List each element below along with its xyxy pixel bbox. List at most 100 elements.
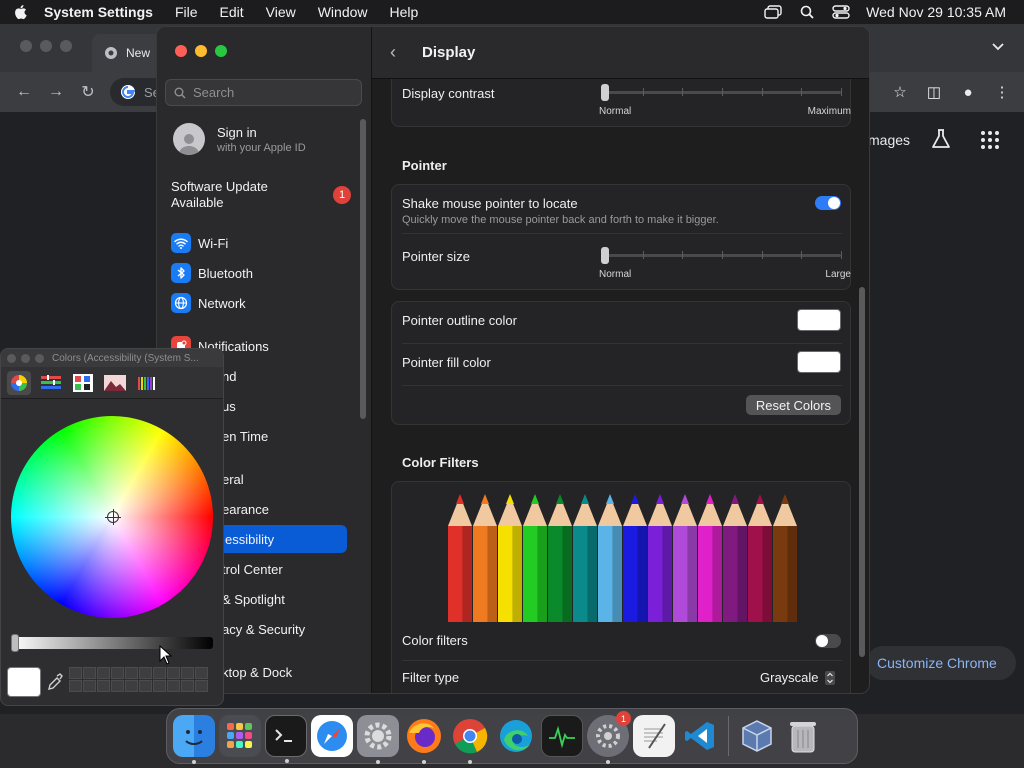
sidebar-item-wifi[interactable]: Wi-Fi [171, 230, 228, 256]
empty-swatch[interactable] [97, 667, 110, 679]
window-switch-icon[interactable] [756, 5, 790, 19]
vscode-icon[interactable] [679, 715, 721, 757]
slider-thumb[interactable] [601, 247, 609, 264]
content-scrollbar[interactable] [859, 287, 865, 657]
back-arrow-icon[interactable]: ← [12, 80, 36, 104]
sidebar-item-desktop-dock[interactable]: ktop & Dock [222, 659, 292, 685]
sidebar-scrollbar[interactable] [360, 119, 366, 419]
color-filters-toggle[interactable] [815, 634, 841, 648]
forward-arrow-icon[interactable]: → [44, 80, 68, 104]
customize-chrome-button[interactable]: Customize Chrome [866, 646, 1016, 680]
labs-flask-icon[interactable] [930, 128, 952, 155]
empty-swatch[interactable] [69, 680, 82, 692]
software-update-item[interactable]: Software Update Available 1 [171, 179, 351, 211]
virtualbox-icon[interactable] [736, 715, 778, 757]
brightness-slider-thumb[interactable] [11, 634, 19, 652]
more-menu-icon[interactable]: ⋮ [990, 80, 1014, 104]
menu-file[interactable]: File [164, 4, 209, 20]
chevron-down-icon[interactable] [992, 38, 1004, 56]
filter-type-popup[interactable]: Grayscale [760, 670, 835, 685]
color-wheel-tab[interactable] [7, 370, 31, 395]
finder-icon[interactable] [173, 715, 215, 764]
reload-icon[interactable]: ↻ [76, 80, 100, 104]
minimize-button[interactable] [21, 353, 30, 363]
empty-swatch[interactable] [83, 667, 96, 679]
google-apps-icon[interactable] [980, 130, 1000, 155]
menu-window[interactable]: Window [307, 4, 379, 20]
sidebar-item-control-center[interactable]: trol Center [222, 556, 283, 582]
safari-icon[interactable] [311, 715, 353, 757]
trash-icon[interactable] [782, 715, 824, 757]
menu-edit[interactable]: Edit [209, 4, 255, 20]
empty-swatch[interactable] [125, 680, 138, 692]
empty-swatch[interactable] [167, 680, 180, 692]
empty-swatch[interactable] [181, 680, 194, 692]
profile-icon[interactable]: ● [956, 80, 980, 104]
sidebar-item-sound[interactable]: nd [222, 363, 236, 389]
empty-swatch[interactable] [139, 680, 152, 692]
brightness-slider[interactable] [11, 637, 213, 649]
sidebar-item-screen-time[interactable]: en Time [222, 423, 268, 449]
edge-icon[interactable] [495, 715, 537, 757]
pointer-fill-color-well[interactable] [797, 351, 841, 373]
eyedropper-icon[interactable] [47, 673, 63, 696]
empty-swatch[interactable] [139, 667, 152, 679]
empty-swatch[interactable] [153, 680, 166, 692]
firefox-icon[interactable] [403, 715, 445, 764]
color-wheel-crosshair[interactable] [105, 509, 121, 525]
menu-clock[interactable]: Wed Nov 29 10:35 AM [858, 4, 1024, 20]
sidebar-item-privacy-security[interactable]: acy & Security [222, 616, 305, 642]
sidebar-item-siri-spotlight[interactable]: & Spotlight [222, 586, 285, 612]
bookmark-star-icon[interactable]: ☆ [888, 80, 912, 104]
sidebar-item-appearance[interactable]: earance [222, 496, 269, 522]
current-color-well[interactable] [7, 667, 41, 697]
launchpad-icon[interactable] [219, 715, 261, 757]
image-palettes-tab[interactable] [103, 371, 127, 395]
empty-swatch[interactable] [111, 667, 124, 679]
zoom-button[interactable] [35, 353, 44, 363]
sidebar-item-accessibility[interactable]: essibility [217, 525, 347, 553]
zoom-button[interactable] [215, 45, 227, 57]
system-settings-dock-icon[interactable] [357, 715, 399, 764]
side-panel-icon[interactable]: ◫ [922, 80, 946, 104]
activity-monitor-icon[interactable] [541, 715, 583, 757]
images-link[interactable]: mages [868, 132, 910, 148]
empty-swatch[interactable] [125, 667, 138, 679]
sidebar-item-focus[interactable]: us [222, 393, 236, 419]
menu-help[interactable]: Help [379, 4, 430, 20]
sidebar-item-general[interactable]: eral [222, 466, 244, 492]
chrome-icon[interactable] [449, 715, 491, 764]
pointer-size-slider[interactable]: Normal Large [599, 247, 851, 283]
pencils-tab[interactable] [135, 371, 159, 395]
reset-colors-button[interactable]: Reset Colors [746, 395, 841, 415]
empty-swatch[interactable] [111, 680, 124, 692]
textedit-icon[interactable] [633, 715, 675, 757]
empty-swatch[interactable] [153, 667, 166, 679]
sidebar-item-bluetooth[interactable]: Bluetooth [171, 260, 253, 286]
empty-swatch[interactable] [97, 680, 110, 692]
color-sliders-tab[interactable] [39, 371, 63, 395]
sidebar-search-field[interactable]: Search [165, 79, 362, 106]
empty-swatch[interactable] [195, 667, 208, 679]
empty-swatch[interactable] [195, 680, 208, 692]
spotlight-search-icon[interactable] [790, 5, 824, 19]
pointer-outline-color-well[interactable] [797, 309, 841, 331]
menu-view[interactable]: View [255, 4, 307, 20]
display-contrast-slider[interactable]: Normal Maximum [599, 84, 851, 120]
empty-swatch[interactable] [181, 667, 194, 679]
empty-swatch[interactable] [167, 667, 180, 679]
terminal-icon[interactable] [265, 715, 307, 763]
control-center-icon[interactable] [824, 5, 858, 19]
apple-menu[interactable] [0, 4, 40, 20]
empty-swatch[interactable] [83, 680, 96, 692]
slider-thumb[interactable] [601, 84, 609, 101]
color-palettes-tab[interactable] [71, 371, 95, 395]
close-button[interactable] [7, 353, 16, 363]
apple-id-signin[interactable]: Sign in with your Apple ID [173, 123, 306, 155]
shake-pointer-toggle[interactable] [815, 196, 841, 210]
back-chevron-icon[interactable]: ‹ [390, 42, 412, 63]
menu-app-name[interactable]: System Settings [40, 4, 164, 20]
empty-swatch[interactable] [69, 667, 82, 679]
minimize-button[interactable] [195, 45, 207, 57]
system-preferences-icon[interactable]: 1 [587, 711, 631, 764]
